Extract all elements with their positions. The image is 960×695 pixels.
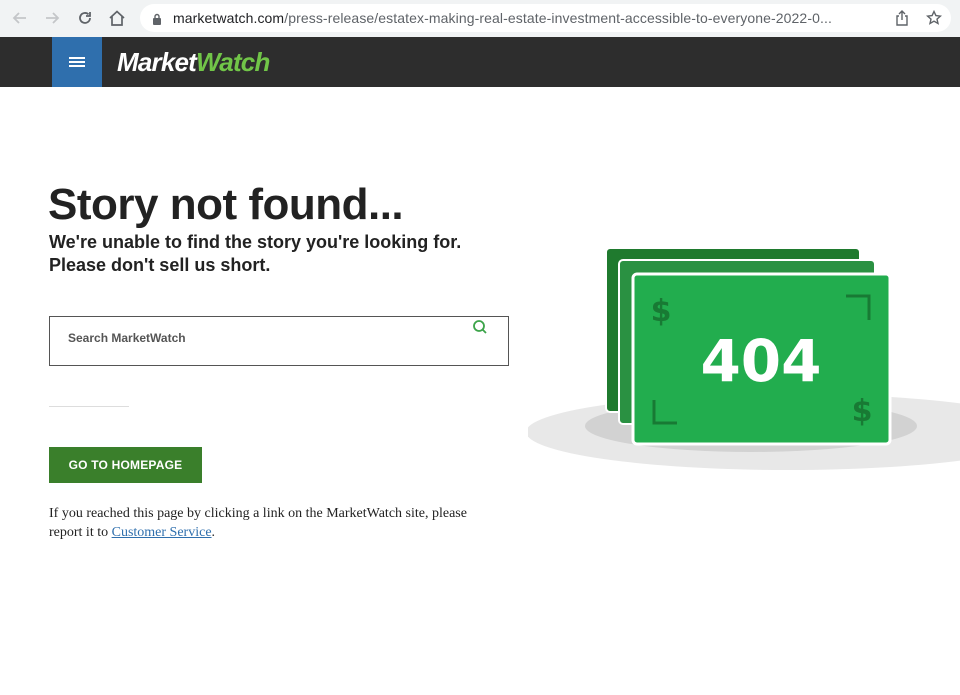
search-icon[interactable] bbox=[472, 319, 488, 340]
divider bbox=[49, 406, 129, 407]
hamburger-icon bbox=[69, 57, 85, 67]
search-box bbox=[49, 316, 509, 366]
go-to-homepage-button[interactable]: GO TO HOMEPAGE bbox=[49, 447, 202, 483]
report-note: If you reached this page by clicking a l… bbox=[49, 506, 467, 540]
lock-icon bbox=[152, 12, 162, 30]
404-money-illustration: $ $ 404 bbox=[528, 247, 960, 470]
error-subtitle-line2: Please don't sell us short. bbox=[49, 255, 271, 275]
search-input[interactable] bbox=[68, 331, 448, 345]
url-text: marketwatch.com/press-release/estatex-ma… bbox=[173, 10, 832, 26]
error-subtitle-line1: We're unable to find the story you're lo… bbox=[49, 232, 462, 252]
dollar-sign-bottom: $ bbox=[852, 394, 873, 429]
reload-icon[interactable] bbox=[75, 8, 95, 28]
share-icon[interactable] bbox=[895, 10, 909, 31]
hamburger-menu-button[interactable] bbox=[52, 37, 102, 87]
browser-toolbar: marketwatch.com/press-release/estatex-ma… bbox=[0, 0, 960, 38]
back-arrow-icon[interactable] bbox=[10, 8, 30, 28]
forward-arrow-icon[interactable] bbox=[42, 8, 62, 28]
address-bar[interactable]: marketwatch.com/press-release/estatex-ma… bbox=[140, 4, 951, 32]
error-code: 404 bbox=[700, 327, 821, 395]
dollar-sign-top: $ bbox=[651, 294, 672, 329]
page-title: Story not found... bbox=[48, 180, 404, 229]
customer-service-link[interactable]: Customer Service bbox=[112, 525, 212, 540]
marketwatch-logo[interactable]: MarketWatch bbox=[117, 47, 270, 78]
bookmark-star-icon[interactable] bbox=[925, 9, 943, 31]
site-header: MarketWatch bbox=[0, 37, 960, 87]
home-icon[interactable] bbox=[107, 8, 127, 28]
